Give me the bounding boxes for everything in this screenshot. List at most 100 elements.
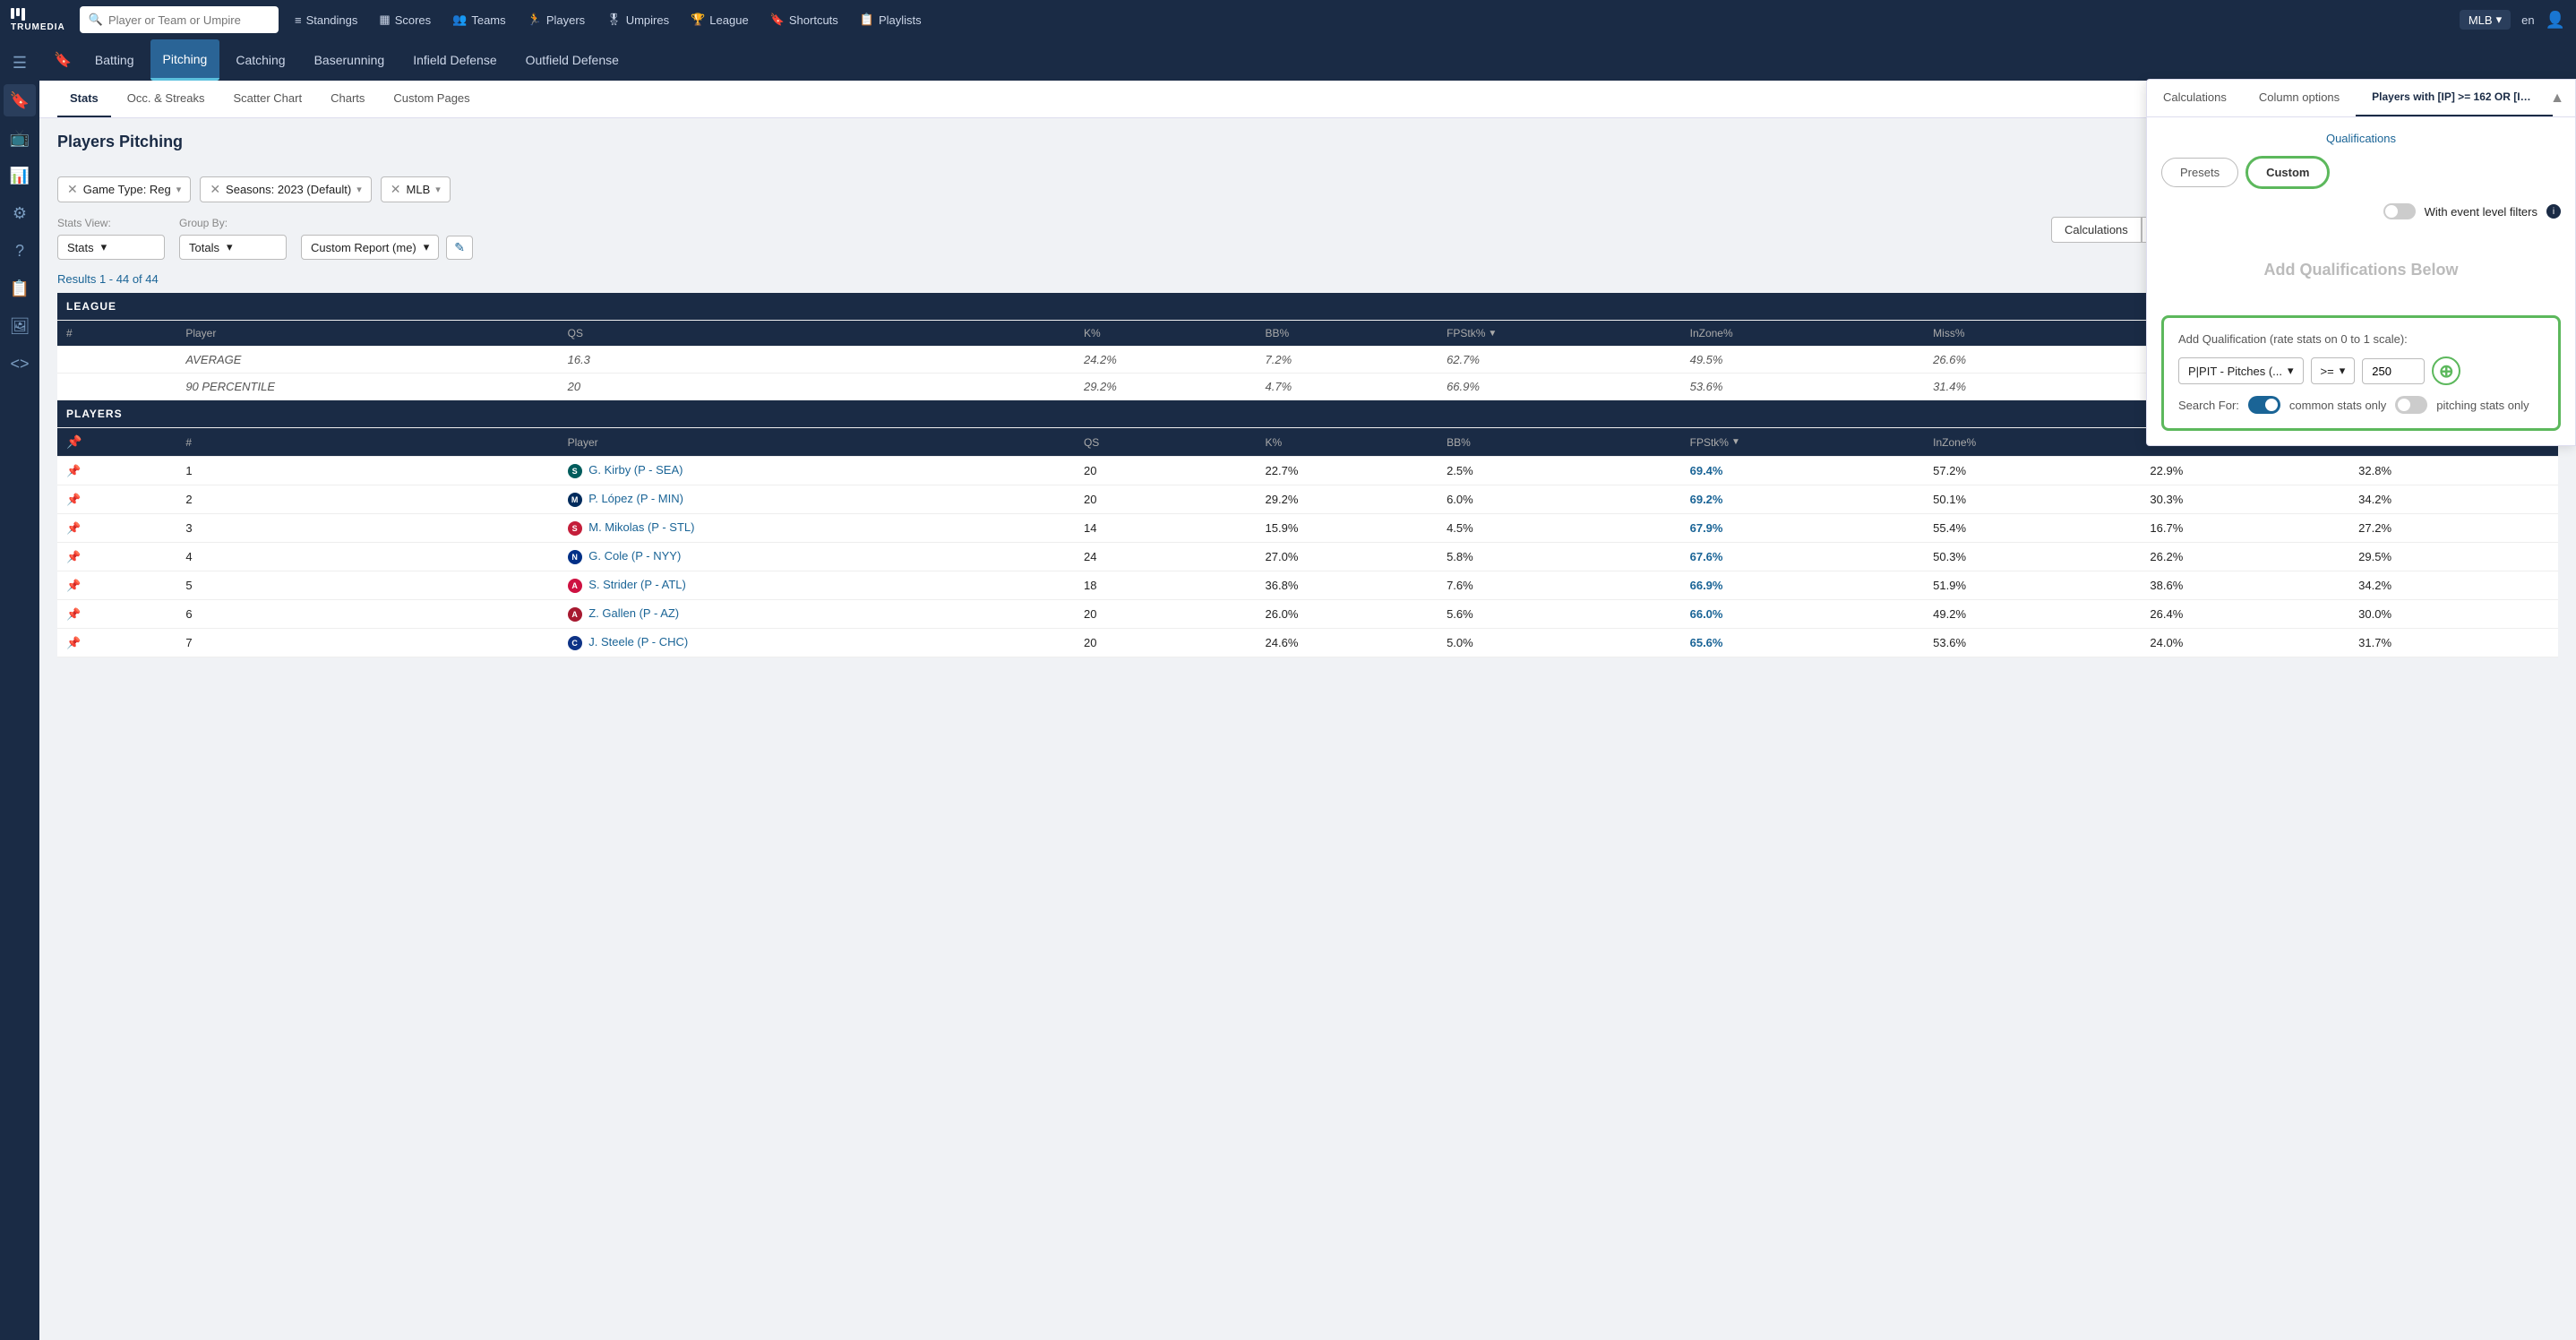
player-name[interactable]: G. Kirby (P - SEA) xyxy=(588,463,683,477)
sidebar-video-icon[interactable]: 📺 xyxy=(4,122,36,154)
custom-button[interactable]: Custom xyxy=(2245,156,2330,189)
nav-standings[interactable]: ≡ Standings xyxy=(286,10,366,30)
inzone-cell: 55.4% xyxy=(1924,514,2141,543)
nav-shortcuts[interactable]: 🔖 Shortcuts xyxy=(761,9,847,30)
qual-op-label: >= xyxy=(2321,365,2334,378)
pitching-stats-toggle[interactable] xyxy=(2395,396,2427,414)
user-icon[interactable]: 👤 xyxy=(2546,11,2565,30)
player-name-cell[interactable]: N G. Cole (P - NYY) xyxy=(559,543,1075,571)
player-name-cell[interactable]: C J. Steele (P - CHC) xyxy=(559,629,1075,657)
player-name[interactable]: J. Steele (P - CHC) xyxy=(588,635,688,649)
tab-custom-pages[interactable]: Custom Pages xyxy=(381,81,482,117)
stats-view-select[interactable]: Stats ▾ xyxy=(57,235,165,260)
filter-seasons-close[interactable]: ✕ xyxy=(210,182,220,197)
pin-cell[interactable]: 📌 xyxy=(57,485,176,514)
tab-occ-streaks[interactable]: Occ. & Streaks xyxy=(115,81,218,117)
fp-cell: 66.0% xyxy=(1681,600,1925,629)
pin-cell[interactable]: 📌 xyxy=(57,457,176,485)
players-inzone-col: InZone% xyxy=(1924,428,2141,457)
player-name[interactable]: P. López (P - MIN) xyxy=(588,492,683,505)
qual-stat-select[interactable]: P|PIT - Pitches (... ▾ xyxy=(2178,357,2304,384)
qual-stat-chevron: ▾ xyxy=(2288,364,2294,378)
qualifications-link[interactable]: Qualifications xyxy=(2161,132,2561,145)
filter-gametype-close[interactable]: ✕ xyxy=(67,182,78,197)
subnav-batting[interactable]: Batting xyxy=(82,39,147,81)
event-level-info-icon[interactable]: i xyxy=(2546,204,2561,219)
qual-title: Add Qualification (rate stats on 0 to 1 … xyxy=(2178,332,2544,346)
panel-tab-qualification[interactable]: Players with [IP] >= 162 OR [IP] >= team… xyxy=(2356,80,2553,116)
qual-op-select[interactable]: >= ▾ xyxy=(2311,357,2356,384)
subnav-pitching[interactable]: Pitching xyxy=(150,39,220,81)
avg-hash xyxy=(57,347,176,374)
player-name-cell[interactable]: A Z. Gallen (P - AZ) xyxy=(559,600,1075,629)
player-name[interactable]: M. Mikolas (P - STL) xyxy=(588,520,694,534)
avg-inzone: 49.5% xyxy=(1681,347,1925,374)
event-level-toggle[interactable] xyxy=(2383,203,2416,219)
tab-scatter-chart[interactable]: Scatter Chart xyxy=(221,81,315,117)
subnav-catching[interactable]: Catching xyxy=(223,39,297,81)
col-fpstk[interactable]: FPStk% ▼ xyxy=(1438,321,1681,347)
fp-cell: 67.6% xyxy=(1681,543,1925,571)
avg-label: AVERAGE xyxy=(176,347,558,374)
tab-stats[interactable]: Stats xyxy=(57,81,111,117)
nav-league[interactable]: 🏆 League xyxy=(682,9,758,30)
qual-value-input[interactable] xyxy=(2362,358,2425,384)
panel-tab-column-options[interactable]: Column options xyxy=(2243,80,2356,116)
player-name-cell[interactable]: S M. Mikolas (P - STL) xyxy=(559,514,1075,543)
pin-cell[interactable]: 📌 xyxy=(57,600,176,629)
sidebar-chart-icon[interactable]: 📊 xyxy=(4,159,36,192)
filter-game-type[interactable]: ✕ Game Type: Reg ▾ xyxy=(57,176,191,202)
stats-view-group: Stats View: Stats ▾ xyxy=(57,217,165,260)
nav-umpires[interactable]: 🎖 Umpires xyxy=(597,9,678,30)
nav-standings-label: Standings xyxy=(306,13,358,27)
players-fp-col[interactable]: FPStk% ▼ xyxy=(1681,428,1925,457)
player-name[interactable]: Z. Gallen (P - AZ) xyxy=(588,606,679,620)
nav-playlists[interactable]: 📋 Playlists xyxy=(851,9,931,30)
tab-charts[interactable]: Charts xyxy=(318,81,377,117)
nav-items: ≡ Standings ▦ Scores 👥 Teams 🏃 Players 🎖… xyxy=(286,9,2452,30)
presets-button[interactable]: Presets xyxy=(2161,158,2238,187)
nav-teams[interactable]: 👥 Teams xyxy=(443,9,514,30)
subnav-outfield-defense[interactable]: Outfield Defense xyxy=(513,39,631,81)
panel-tab-calculations[interactable]: Calculations xyxy=(2147,80,2243,116)
player-name-cell[interactable]: A S. Strider (P - ATL) xyxy=(559,571,1075,600)
team-badge: S xyxy=(568,521,582,536)
filter-mlb-close[interactable]: ✕ xyxy=(391,182,401,197)
panel-collapse-button[interactable]: ▲ xyxy=(2550,90,2564,107)
edit-report-button[interactable]: ✎ xyxy=(446,236,473,260)
search-input[interactable] xyxy=(108,13,270,27)
pin-cell[interactable]: 📌 xyxy=(57,514,176,543)
player-name-cell[interactable]: S G. Kirby (P - SEA) xyxy=(559,457,1075,485)
sidebar-settings-icon[interactable]: ⚙ xyxy=(4,197,36,229)
sidebar-bookmark-icon[interactable]: 🔖 xyxy=(4,84,36,116)
filter-seasons[interactable]: ✕ Seasons: 2023 (Default) ▾ xyxy=(200,176,371,202)
sidebar-code-icon[interactable]: <> xyxy=(4,348,36,380)
nav-players[interactable]: 🏃 Players xyxy=(519,9,595,30)
custom-report-select[interactable]: Custom Report (me) ▾ xyxy=(301,235,439,260)
sidebar-list-icon[interactable]: 📋 xyxy=(4,272,36,305)
subnav-infield-defense[interactable]: Infield Defense xyxy=(400,39,509,81)
bb-cell: 5.6% xyxy=(1438,600,1681,629)
pin-cell[interactable]: 📌 xyxy=(57,571,176,600)
league-selector[interactable]: MLB ▾ xyxy=(2460,10,2511,30)
common-stats-toggle[interactable] xyxy=(2248,396,2280,414)
pin-cell[interactable]: 📌 xyxy=(57,629,176,657)
calculations-button[interactable]: Calculations xyxy=(2051,217,2142,243)
sidebar-menu-icon[interactable]: ☰ xyxy=(4,47,36,79)
player-name[interactable]: G. Cole (P - NYY) xyxy=(588,549,681,563)
filter-mlb[interactable]: ✕ MLB ▾ xyxy=(381,176,451,202)
qual-add-button[interactable]: ⊕ xyxy=(2432,356,2460,385)
sidebar-image-icon[interactable]: 🖼 xyxy=(4,310,36,342)
perc-hash xyxy=(57,374,176,400)
chase-cell: 34.2% xyxy=(2349,571,2558,600)
nav-scores[interactable]: ▦ Scores xyxy=(370,9,440,30)
global-search[interactable]: 🔍 xyxy=(80,6,279,33)
pin-cell[interactable]: 📌 xyxy=(57,543,176,571)
lang-selector[interactable]: en xyxy=(2521,13,2534,27)
sidebar-help-icon[interactable]: ? xyxy=(4,235,36,267)
player-name-cell[interactable]: M P. López (P - MIN) xyxy=(559,485,1075,514)
subnav-baserunning[interactable]: Baserunning xyxy=(302,39,398,81)
player-name[interactable]: S. Strider (P - ATL) xyxy=(588,578,686,591)
subnav-bookmark[interactable]: 🔖 xyxy=(54,51,72,69)
group-by-select[interactable]: Totals ▾ xyxy=(179,235,287,260)
